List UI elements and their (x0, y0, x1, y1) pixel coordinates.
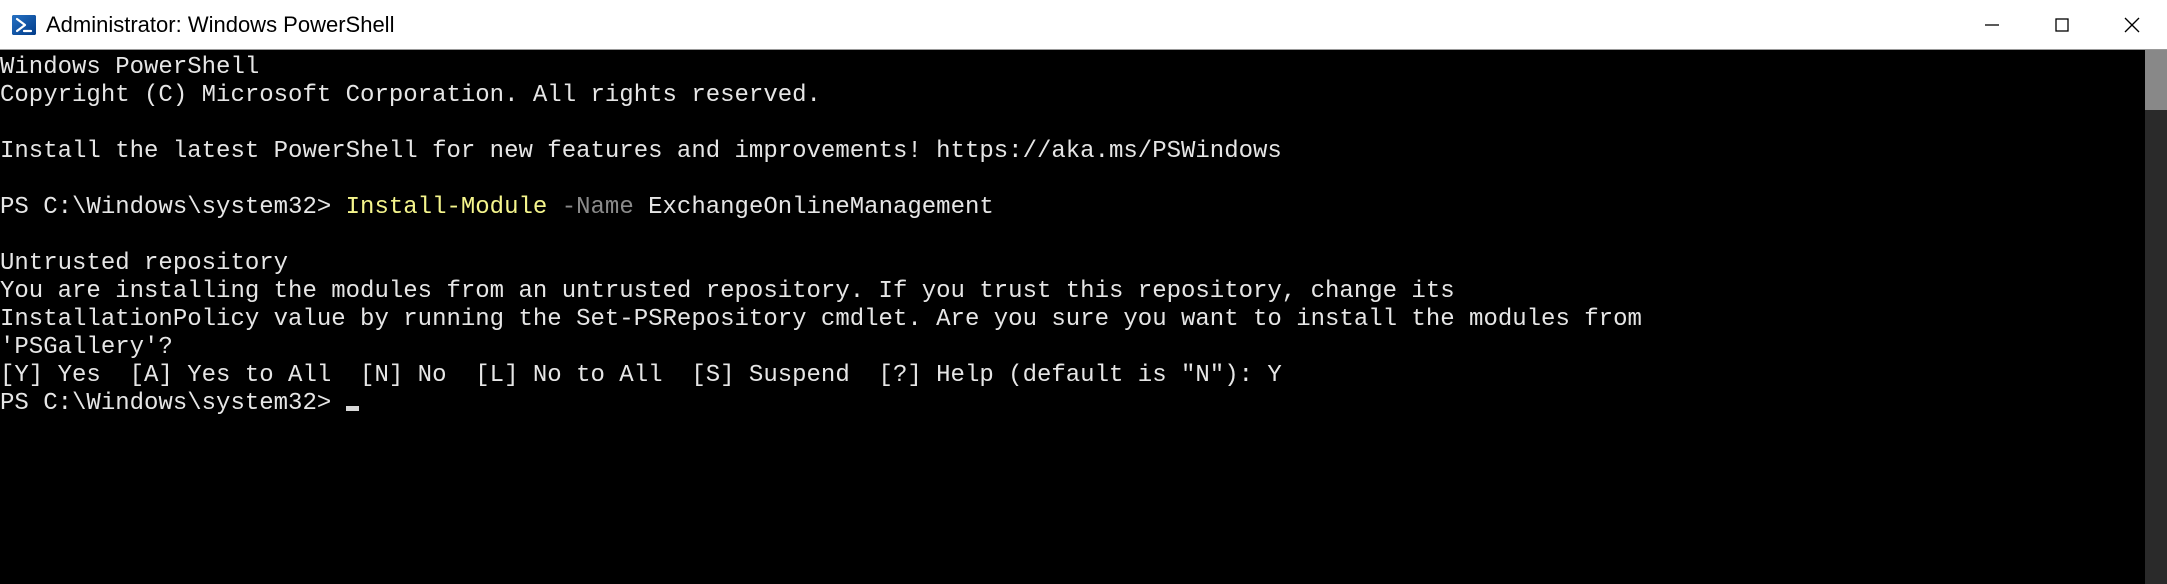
window-controls (1957, 0, 2167, 49)
output-line: Install the latest PowerShell for new fe… (0, 138, 1282, 165)
maximize-button[interactable] (2027, 0, 2097, 49)
warning-line: 'PSGallery'? (0, 334, 173, 361)
warning-line: You are installing the modules from an u… (0, 278, 1455, 305)
scroll-thumb[interactable] (2145, 50, 2167, 110)
output-line: Windows PowerShell (0, 54, 259, 81)
cmd-argument: ExchangeOnlineManagement (648, 194, 994, 221)
cmd-parameter: -Name (562, 194, 648, 221)
prompt-text: PS C:\Windows\system32> (0, 194, 346, 221)
prompt-options: [Y] Yes [A] Yes to All [N] No [L] No to … (0, 362, 1282, 389)
terminal-container: Windows PowerShell Copyright (C) Microso… (0, 50, 2167, 584)
minimize-button[interactable] (1957, 0, 2027, 49)
terminal-output[interactable]: Windows PowerShell Copyright (C) Microso… (0, 50, 2145, 584)
cmdlet-name: Install-Module (346, 194, 562, 221)
warning-line: InstallationPolicy value by running the … (0, 306, 1642, 333)
prompt-text: PS C:\Windows\system32> (0, 390, 346, 417)
window-title: Administrator: Windows PowerShell (46, 12, 394, 38)
titlebar: Administrator: Windows PowerShell (0, 0, 2167, 50)
powershell-icon (12, 13, 36, 37)
cursor (346, 406, 359, 411)
vertical-scrollbar[interactable] (2145, 50, 2167, 584)
warning-title: Untrusted repository (0, 250, 288, 277)
titlebar-left: Administrator: Windows PowerShell (0, 12, 394, 38)
close-button[interactable] (2097, 0, 2167, 49)
output-line: Copyright (C) Microsoft Corporation. All… (0, 82, 821, 109)
